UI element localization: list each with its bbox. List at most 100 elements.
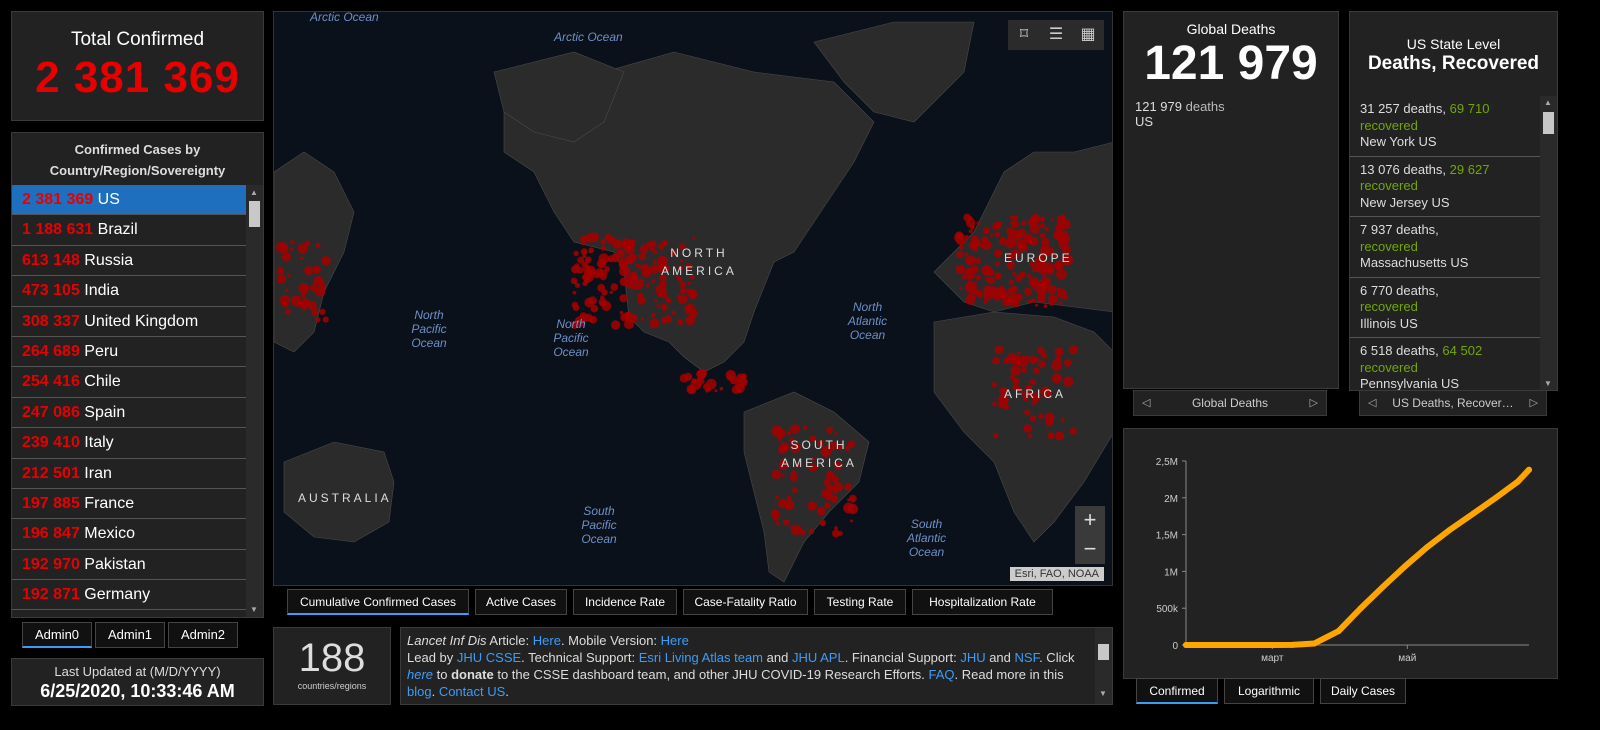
faq-link[interactable]: FAQ	[928, 667, 954, 682]
case-marker[interactable]	[989, 233, 994, 238]
case-marker[interactable]	[290, 295, 302, 307]
prev-icon[interactable]: ◁	[1142, 391, 1150, 415]
case-marker[interactable]	[1032, 367, 1040, 375]
case-marker[interactable]	[981, 264, 993, 276]
case-marker[interactable]	[971, 265, 979, 273]
case-marker[interactable]	[1007, 286, 1016, 295]
case-marker[interactable]	[790, 525, 794, 529]
country-row[interactable]: 239 410 Italy	[12, 428, 248, 459]
country-row[interactable]: 196 847 Mexico	[12, 519, 248, 550]
mobile-link[interactable]: Here	[661, 633, 689, 648]
case-marker[interactable]	[834, 432, 839, 436]
case-marker[interactable]	[774, 495, 779, 500]
case-marker[interactable]	[965, 217, 976, 228]
scrollbar-thumb[interactable]	[1543, 112, 1554, 134]
case-marker[interactable]	[312, 265, 321, 274]
case-marker[interactable]	[621, 238, 633, 250]
tab-admin0[interactable]: Admin0	[22, 622, 92, 648]
case-marker[interactable]	[975, 290, 984, 298]
case-marker[interactable]	[300, 301, 306, 308]
case-marker[interactable]	[625, 254, 635, 265]
scroll-down-icon[interactable]: ▼	[250, 605, 258, 614]
case-marker[interactable]	[995, 261, 1000, 267]
case-marker[interactable]	[304, 240, 311, 247]
case-marker[interactable]	[604, 233, 612, 241]
country-row[interactable]: 192 871 Germany	[12, 580, 248, 611]
case-marker[interactable]	[1010, 220, 1015, 225]
case-marker[interactable]	[783, 518, 790, 526]
case-marker[interactable]	[1029, 415, 1037, 422]
case-marker[interactable]	[319, 308, 326, 316]
case-marker[interactable]	[684, 303, 696, 315]
case-marker[interactable]	[649, 318, 660, 329]
country-row[interactable]: 197 885 France	[12, 489, 248, 520]
case-marker[interactable]	[994, 272, 1002, 281]
country-list-scrollbar[interactable]: ▲ ▼	[246, 185, 263, 617]
case-marker[interactable]	[1019, 241, 1024, 246]
case-marker[interactable]	[1037, 294, 1047, 303]
case-marker[interactable]	[656, 304, 660, 308]
case-marker[interactable]	[570, 277, 578, 285]
case-marker[interactable]	[834, 526, 838, 530]
case-marker[interactable]	[1021, 367, 1027, 373]
case-marker[interactable]	[1050, 218, 1055, 222]
us-state-row[interactable]: 6 770 deaths, recovered Illinois US	[1350, 278, 1542, 338]
case-marker[interactable]	[600, 238, 607, 245]
case-marker[interactable]	[690, 379, 702, 390]
case-marker[interactable]	[679, 373, 689, 383]
case-marker[interactable]	[791, 487, 798, 494]
case-marker[interactable]	[1023, 424, 1032, 433]
case-marker[interactable]	[1029, 280, 1034, 285]
case-marker[interactable]	[729, 376, 738, 385]
jhu-apl-link[interactable]: JHU APL	[792, 650, 845, 665]
case-marker[interactable]	[985, 277, 990, 282]
scroll-up-icon[interactable]: ▲	[250, 188, 258, 197]
case-marker[interactable]	[992, 401, 998, 407]
case-marker[interactable]	[635, 263, 639, 267]
case-marker[interactable]	[299, 256, 304, 261]
tab-testing-rate[interactable]: Testing Rate	[814, 589, 906, 615]
us-state-scrollbar[interactable]: ▲ ▼	[1540, 96, 1557, 390]
case-marker[interactable]	[738, 377, 748, 387]
case-marker[interactable]	[1029, 355, 1038, 365]
case-marker[interactable]	[781, 474, 785, 478]
case-marker[interactable]	[983, 291, 993, 301]
case-marker[interactable]	[661, 316, 668, 324]
blog-link[interactable]: blog	[407, 684, 432, 699]
jhu-csse-link[interactable]: JHU CSSE	[457, 650, 521, 665]
country-row[interactable]: 264 689 Peru	[12, 337, 248, 368]
case-marker[interactable]	[955, 264, 966, 275]
country-row[interactable]: 247 086 Spain	[12, 398, 248, 429]
case-marker[interactable]	[321, 256, 331, 266]
case-marker[interactable]	[1051, 359, 1063, 371]
case-marker[interactable]	[609, 290, 613, 295]
case-marker[interactable]	[1030, 213, 1041, 224]
case-marker[interactable]	[1068, 345, 1079, 355]
case-marker[interactable]	[301, 293, 307, 299]
case-marker[interactable]	[632, 279, 644, 290]
case-marker[interactable]	[833, 498, 838, 503]
us-state-row[interactable]: 7 937 deaths, recovered Massachusetts US	[1350, 217, 1542, 278]
case-marker[interactable]	[1038, 281, 1044, 287]
case-marker[interactable]	[965, 255, 976, 266]
qr-code-icon[interactable]: ▦	[1072, 20, 1104, 50]
country-row[interactable]: 308 337 United Kingdom	[12, 307, 248, 337]
case-marker[interactable]	[620, 313, 628, 322]
case-marker[interactable]	[961, 274, 967, 280]
next-icon[interactable]: ▷	[1530, 391, 1538, 415]
case-marker[interactable]	[677, 319, 684, 326]
case-marker[interactable]	[1047, 432, 1055, 440]
scrollbar-thumb[interactable]	[249, 201, 260, 227]
tab-case-fatality[interactable]: Case-Fatality Ratio	[683, 589, 808, 615]
case-marker[interactable]	[698, 368, 708, 378]
article-link[interactable]: Here	[533, 633, 561, 648]
case-marker[interactable]	[786, 495, 792, 501]
case-marker[interactable]	[1054, 431, 1065, 441]
case-marker[interactable]	[311, 308, 319, 316]
case-marker[interactable]	[599, 270, 603, 274]
case-marker[interactable]	[786, 431, 792, 436]
case-marker[interactable]	[1053, 229, 1065, 240]
case-marker[interactable]	[665, 297, 670, 302]
tab-logarithmic[interactable]: Logarithmic	[1224, 678, 1314, 704]
case-marker[interactable]	[1038, 413, 1044, 420]
